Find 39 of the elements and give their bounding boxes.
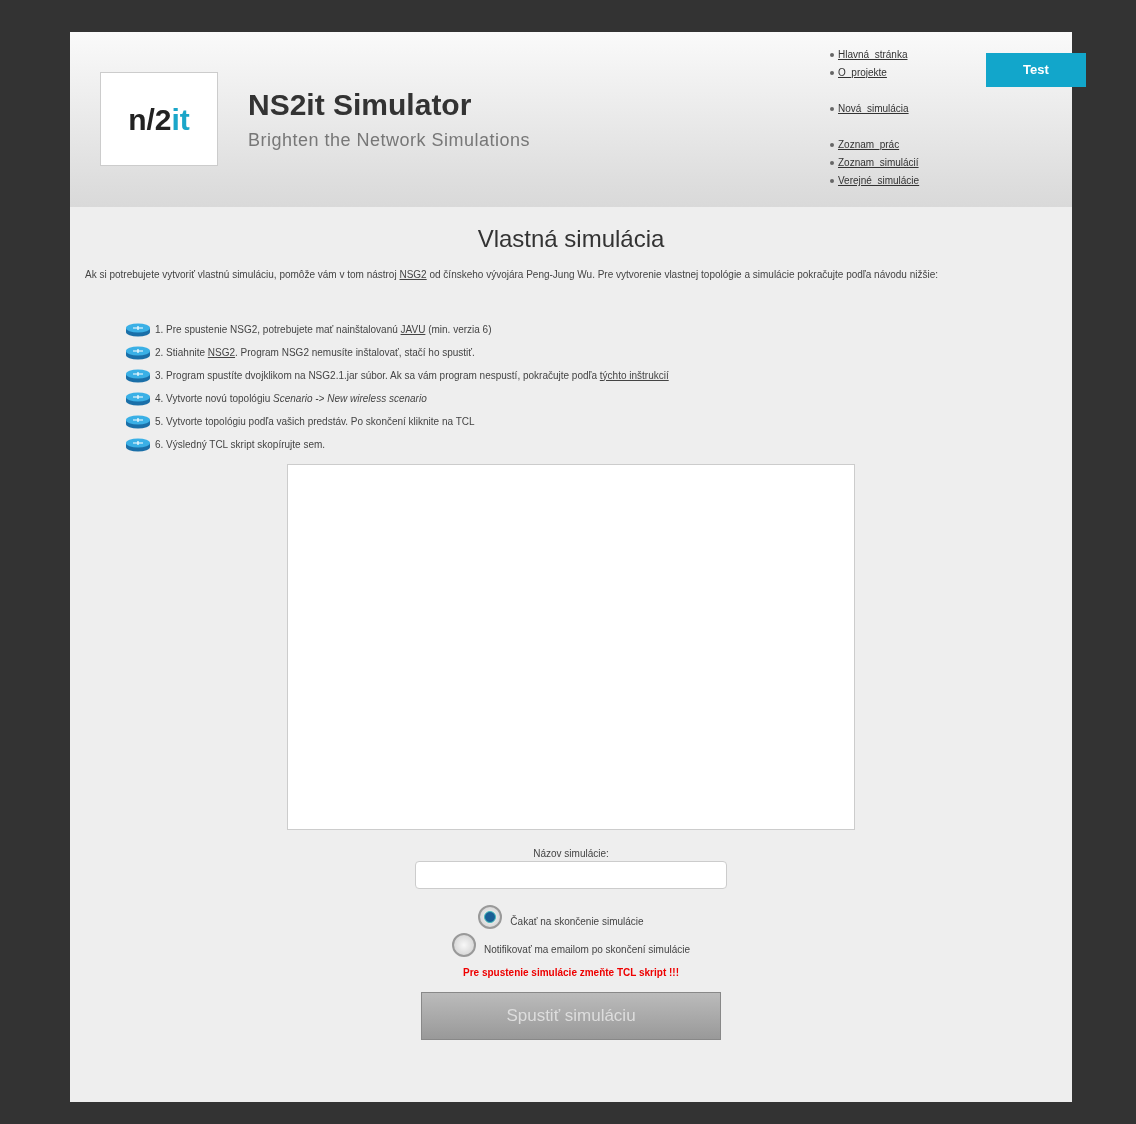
intro-text: Ak si potrebujete vytvoriť vlastnú simuláciu, pomôže vám v tom nástroj NSG2 od čínskeho vývojára Peng-Jung Wu. Pre vytvorenie vlastnej topológie a simulácie pokračujte podľa návodu nižšie: <box>84 267 940 282</box>
radio-label: Notifikovať ma emailom po skončení simulácie <box>483 942 691 957</box>
radio-label: Čakať na skončenie simulácie <box>510 914 644 929</box>
site-title: NS2it Simulator <box>248 87 473 123</box>
name-input[interactable] <box>415 860 727 889</box>
nav-link[interactable]: Hlavná_stránka <box>838 46 908 64</box>
nav-link[interactable]: O_projekte <box>838 64 887 82</box>
bullet-icon <box>830 107 834 111</box>
link[interactable]: týchto inštrukcií <box>599 369 669 381</box>
page-heading: Vlastná simulácia <box>476 225 666 254</box>
step-text: 3. Program spustíte dvojklikom na NSG2.1.jar súbor. Ak sa vám program nespustí, pokračujte podľa týchto inštrukcií <box>155 368 669 383</box>
bullet-icon <box>830 161 834 165</box>
nav-link[interactable]: Zoznam_simulácií <box>838 154 919 172</box>
bullet-icon <box>830 179 834 183</box>
router-icon <box>125 344 151 360</box>
router-icon <box>125 367 151 383</box>
bullet-icon <box>830 53 834 57</box>
nav-link[interactable]: Verejné_simulácie <box>838 172 920 190</box>
router-icon <box>125 413 151 429</box>
link[interactable]: NSG2 <box>399 268 427 280</box>
step-text: 6. Výsledný TCL skript skopírujte sem. <box>155 437 326 452</box>
router-icon <box>125 321 151 337</box>
step-text: 1. Pre spustenie NSG2, potrebujete mať nainštalovanú JAVU (min. verzia 6) <box>155 322 492 337</box>
nav-link[interactable]: Zoznam_prác <box>838 136 900 154</box>
bullet-icon <box>830 143 834 147</box>
nav-link[interactable]: Nová_simulácia <box>838 100 909 118</box>
step-text: 5. Vytvorte topológiu podľa vašich predstáv. Po skončení kliknite na TCL <box>155 414 475 429</box>
radio-button[interactable] <box>451 932 476 957</box>
bullet-icon <box>830 71 834 75</box>
site-subtitle: Brighten the Network Simulations <box>248 129 531 152</box>
radio-button[interactable] <box>478 904 503 929</box>
router-icon <box>125 390 151 406</box>
step-text: 4. Vytvorte novú topológiu Scenario -> New wireless scenario <box>155 391 427 406</box>
field-label: Názov simulácie: <box>532 846 610 861</box>
link[interactable]: JAVU <box>400 323 426 335</box>
step-text: 2. Stiahnite NSG2. Program NSG2 nemusíte inštalovať, stačí ho spustiť. <box>155 345 475 360</box>
logo: n/2it <box>100 72 218 166</box>
warning-text: Pre spustenie simulácie zmeňte TCL skript !!! <box>462 965 680 980</box>
router-icon <box>125 436 151 452</box>
